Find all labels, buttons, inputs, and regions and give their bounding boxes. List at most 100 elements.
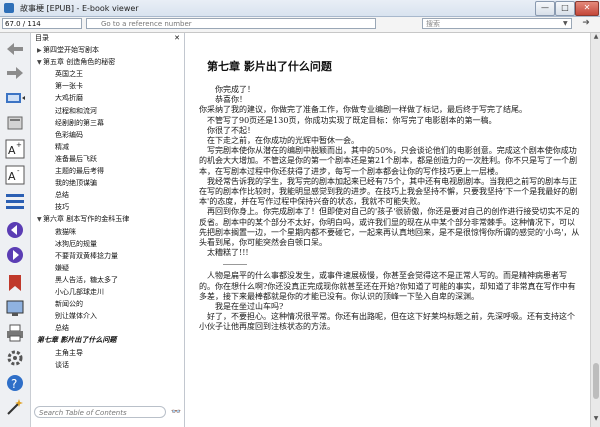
scroll-up-icon[interactable]: ▲ (591, 33, 600, 43)
close-button[interactable]: ✕ (575, 1, 599, 16)
position-field[interactable]: 67.0 / 114 (2, 18, 82, 29)
paragraph: 我是在坐过山车吗? (215, 302, 284, 312)
toc-item[interactable]: 别让媒体介入 (55, 311, 97, 322)
reader-pane: 第七章 影片出了什么问题 你完成了！ 恭喜你！ 你采纳了我的建议，你做完了准备工… (185, 33, 590, 427)
fullscreen-icon[interactable] (5, 298, 25, 318)
toc-item[interactable]: 主题的最后考得 (55, 166, 104, 177)
toc-item[interactable]: 技巧 (55, 202, 69, 213)
chevron-down-icon[interactable]: ▼ (563, 20, 568, 27)
maximize-button[interactable]: □ (555, 1, 575, 16)
scroll-down-icon[interactable]: ▼ (591, 415, 600, 425)
toc-search-input[interactable]: Search Table of Contents (34, 406, 166, 418)
scroll-thumb[interactable] (593, 363, 599, 399)
tablet-icon[interactable] (5, 88, 25, 108)
bookmark-icon[interactable] (5, 273, 25, 293)
table-of-contents-icon[interactable] (5, 191, 25, 211)
paragraph: 太糟糕了!!! (207, 248, 249, 258)
magic-icon[interactable] (5, 397, 25, 417)
toc-item-label: 技巧 (55, 203, 69, 212)
toc-item-label: 大鸡折磨 (55, 94, 83, 103)
top-toolbar: 67.0 / 114 Go to a reference number 搜索 ▼… (0, 17, 600, 33)
toc-item[interactable]: 第七章 影片出了什么问题 (37, 335, 117, 347)
back-arrow-icon[interactable] (5, 39, 25, 59)
print-icon[interactable] (5, 323, 25, 343)
toc-item-label: 第一张卡 (55, 82, 83, 91)
toc-header: 目录 ✕ (31, 33, 184, 44)
paragraph: 你很了不起！ (207, 125, 255, 135)
toc-item-label: 经剧剧的第三幕 (55, 118, 104, 127)
toc-item[interactable]: 英国之王 (55, 69, 83, 80)
toc-item[interactable]: 准备最后飞跃 (55, 154, 97, 165)
toc-item[interactable]: 第一张卡 (55, 81, 83, 92)
toc-item[interactable]: 主角主导 (55, 348, 83, 359)
toc-item[interactable]: 大鸡折磨 (55, 93, 83, 104)
svg-text:A: A (8, 170, 16, 183)
toc-item[interactable]: 总结 (55, 190, 69, 201)
close-icon[interactable]: ✕ (174, 33, 180, 44)
paragraph: 你采纳了我的建议，你做完了准备工作，你做专业编剧一样做了标记，最后终于写完了结尾… (199, 105, 527, 115)
toc-item[interactable]: ▼第六章 剧本写作的金科玉律 (37, 214, 129, 225)
svg-text:?: ? (11, 377, 17, 391)
toc-item[interactable]: ▶第四堂开始写剧本 (37, 45, 99, 56)
help-icon[interactable]: ? (5, 373, 25, 393)
toc-item-label: 主题的最后考得 (55, 167, 104, 175)
font-smaller-icon[interactable]: A- (5, 165, 25, 185)
toc-item-label: 主角主导 (55, 348, 83, 357)
toc-item[interactable]: 谈话 (55, 360, 69, 371)
toc-item[interactable]: 色彩编码 (55, 130, 83, 141)
reader-scrollbar[interactable]: ▲ ▼ (590, 33, 600, 427)
side-toolbar: A + A- ? (0, 33, 31, 427)
toc-item-label: 过程和和流河 (55, 106, 97, 115)
toc-item-label: 不要背双黄棒捻力量 (55, 251, 118, 260)
paragraph: 不管写了90页还是130页，你成功实现了既定目标：你写完了电影剧本的第一稿。 (207, 115, 497, 125)
toc-item[interactable]: 小心几部球走川 (55, 287, 104, 298)
svg-text:+: + (16, 141, 22, 149)
search-icon[interactable]: 👓 (170, 406, 182, 418)
toc-item[interactable]: 黑人告活，糖太多了 (55, 275, 118, 286)
paragraph: 写完剧本使你从潜在的编剧中脱颖而出，其中的50%，只会谈论他们的电影创意。完成这… (199, 146, 578, 176)
title-bar: 故事梗 [EPUB] - E-book viewer — □ ✕ (0, 0, 600, 17)
toc-item-label: 第五章 创造角色的秘密 (43, 58, 116, 67)
toc-item[interactable]: 我的绝顶谋骗 (55, 178, 97, 189)
search-input[interactable]: 搜索 (422, 18, 572, 29)
toc-item[interactable]: 过程和和流河 (55, 106, 97, 117)
paragraph: 好了，不要担心。这种情况很平常。你还有出路呢，但在这下好莱坞标题之前，先深呼吸。… (199, 312, 575, 332)
chapter-body: 你完成了！ 恭喜你！ 你采纳了我的建议，你做完了准备工作，你做专业编剧一样做了标… (199, 85, 582, 333)
toc-item-label: 我的绝顶谋骗 (55, 179, 97, 188)
next-icon[interactable] (5, 245, 25, 265)
font-larger-icon[interactable]: A + (5, 139, 25, 159)
toc-item-label: 第四堂开始写剧本 (43, 46, 99, 54)
paragraph: 人物是扁平的什么事都没发生，或事件速展极慢，你甚至会觉得这不是正常人写的。而是精… (199, 271, 576, 301)
svg-text:A: A (8, 144, 16, 157)
chapter-title: 第七章 影片出了什么问题 (207, 60, 332, 73)
toc-item-label: 小心几部球走川 (55, 288, 104, 296)
toc-item[interactable]: 冰狗厄的规量 (55, 239, 97, 250)
previous-icon[interactable] (5, 220, 25, 240)
toc-item[interactable]: ▼第五章 创造角色的秘密 (37, 57, 115, 68)
toc-item-label: 色彩编码 (55, 130, 83, 139)
minimize-button[interactable]: — (535, 1, 555, 16)
toc-item[interactable]: 救猫咪 (55, 227, 76, 238)
toc-item[interactable]: 新闻公的 (55, 299, 83, 310)
toc-item-label: 新闻公的 (55, 300, 83, 309)
toc-item[interactable]: 不要背双黄棒捻力量 (55, 251, 118, 262)
forward-arrow-icon[interactable] (5, 63, 25, 83)
toc-item-label: 别让媒体介入 (55, 312, 97, 321)
toc-item[interactable]: 嫌疑 (55, 263, 69, 274)
paragraph: 你完成了！ (215, 85, 255, 94)
toc-item-label: 精减 (55, 142, 69, 151)
toc-item-label: 嫌疑 (55, 263, 69, 272)
toc-item-label: 英国之王 (55, 70, 83, 79)
toc-item-label: 第七章 影片出了什么问题 (37, 336, 117, 345)
book-icon[interactable] (5, 113, 25, 133)
paragraph: 再回到你身上。你完成剧本了！但即使对自己的'孩子'很骄傲，你还是要对自己的创作进… (199, 207, 580, 248)
toc-item-label: 总结 (55, 191, 69, 200)
toc-item[interactable]: 总结 (55, 323, 69, 334)
toc-item[interactable]: 经剧剧的第三幕 (55, 118, 104, 129)
toc-item-label: 救猫咪 (55, 227, 76, 236)
preferences-icon[interactable] (5, 348, 25, 368)
toc-item[interactable]: 精减 (55, 142, 69, 153)
paragraph: 我经常告诉我的学生，我写完的剧本加起来已经有75个，其中还有电视剧剧本。当我把之… (199, 176, 578, 207)
search-go-icon[interactable]: ➜ (577, 18, 595, 29)
reference-input[interactable]: Go to a reference number (86, 18, 376, 29)
